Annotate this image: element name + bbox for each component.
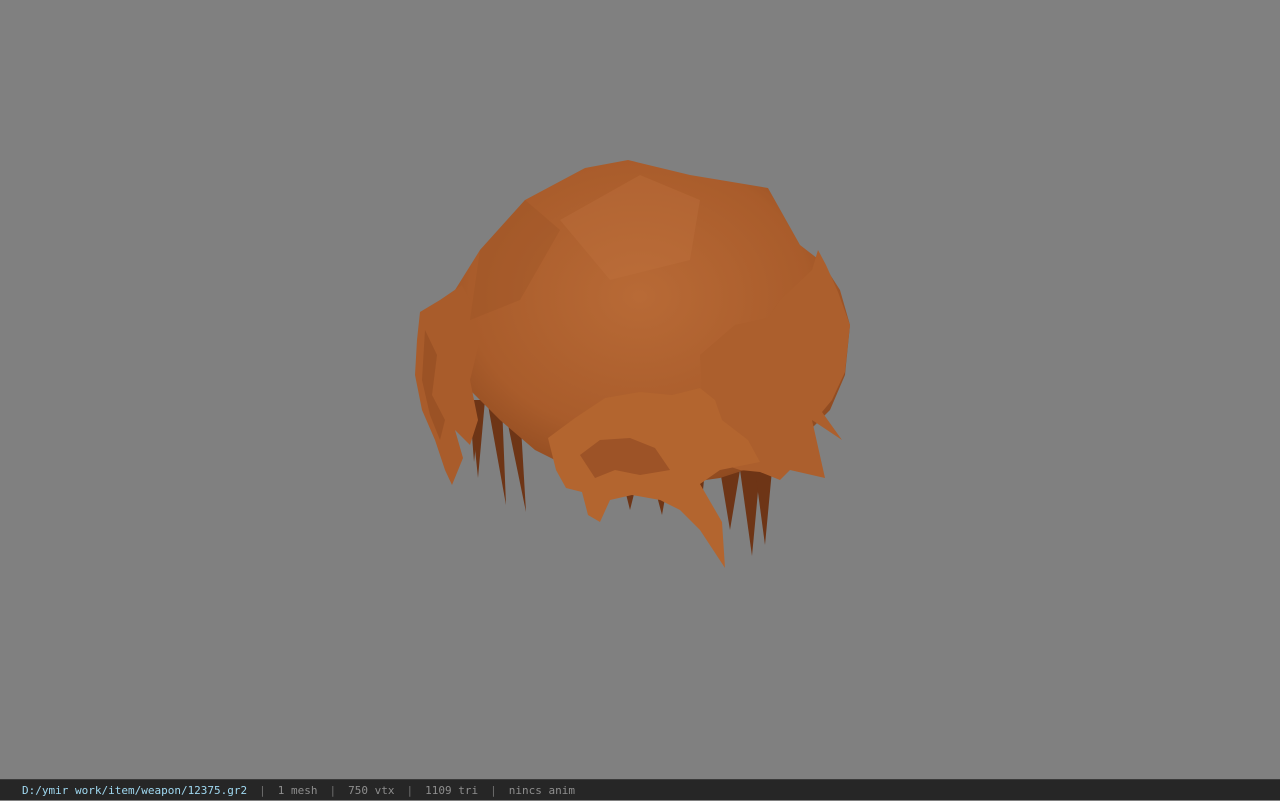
status-bar: D:/ymir work/item/weapon/12375.gr2 | 1 mes… [0,779,1280,800]
vertex-count: 750 vtx [348,784,395,797]
3d-viewport[interactable] [0,0,1280,779]
animation-status: nincs anim [508,784,575,797]
separator: | [406,784,414,797]
separator: | [259,784,266,797]
mesh-count: 1 mesh [277,784,318,797]
separator: | [329,784,337,797]
triangle-count: 1109 tri [425,784,479,797]
separator: | [490,784,497,797]
file-path: D:/ymir work/item/weapon/12375.gr2 [22,784,248,797]
hair-model-mesh[interactable] [0,0,1280,779]
